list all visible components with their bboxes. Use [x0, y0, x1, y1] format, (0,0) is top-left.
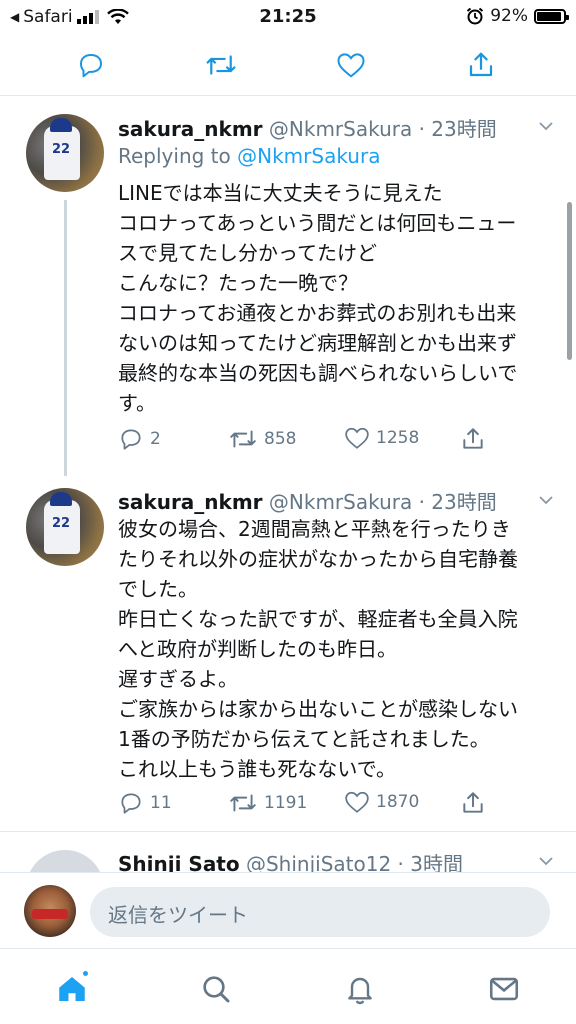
share-icon — [463, 428, 483, 449]
text-line: へと政府が判断したのも昨日。 — [118, 637, 397, 661]
text-line: たりそれ以外の症状がなかったから自宅静養 — [118, 547, 518, 571]
display-name[interactable]: Shinji Sato — [118, 852, 240, 872]
text-line: 昨日亡くなった訳ですが、軽症者も全員入院 — [118, 607, 518, 631]
retweet-button[interactable]: 1191 — [228, 790, 307, 816]
tweet-1[interactable]: 22 sakura_nkmr @NkmrSakura · 23時間 Replyi… — [0, 96, 576, 476]
reply-button[interactable] — [74, 48, 108, 82]
thread-line — [64, 200, 67, 476]
envelope-icon — [489, 977, 519, 1001]
share-icon — [469, 52, 493, 77]
replying-to: Replying to @NkmrSakura — [118, 144, 381, 168]
my-avatar[interactable] — [24, 885, 76, 937]
tweet-actions: 11 1191 1870 — [118, 790, 558, 818]
chevron-down-icon[interactable] — [538, 118, 554, 134]
replying-to-link[interactable]: @NkmrSakura — [237, 144, 380, 168]
retweet-count: 1191 — [264, 793, 308, 813]
retweet-count: 858 — [264, 429, 297, 449]
text-line: 1番の予防だから伝えてと託されました。 — [118, 727, 490, 751]
like-button[interactable] — [334, 48, 368, 82]
share-icon — [463, 792, 483, 813]
text-line: 遅すぎるよ。 — [118, 667, 238, 691]
focused-tweet-actions — [0, 34, 576, 96]
chevron-down-icon[interactable] — [538, 492, 554, 508]
retweet-icon — [206, 55, 236, 75]
heart-icon — [345, 791, 369, 813]
text-line: 彼女の場合、2週間高熱と平熱を行ったりき — [118, 517, 511, 541]
tweet-text: LINEでは本当に大丈夫そうに見えた コロナってあっという間だとは何回もニュー … — [118, 178, 558, 418]
text-line: でした。 — [118, 577, 198, 601]
handle-time: @NkmrSakura · 23時間 — [268, 490, 497, 514]
reply-count: 2 — [150, 429, 161, 449]
text-line: こんなに？たった一晩で？ — [118, 271, 358, 295]
scrollbar[interactable] — [567, 202, 572, 360]
handle-time: @NkmrSakura · 23時間 — [268, 117, 497, 141]
retweet-icon — [230, 430, 256, 448]
text-line: LINEでは本当に大丈夫そうに見えた — [118, 181, 443, 205]
tweet-header: Shinji Sato @ShinjiSato12 · 3時間 — [118, 848, 463, 872]
share-button[interactable] — [464, 48, 498, 82]
tab-bar — [0, 948, 576, 1024]
reply-composer: 返信をツイート — [0, 872, 576, 948]
reply-icon — [121, 429, 141, 450]
share-button[interactable] — [460, 790, 486, 816]
avatar[interactable]: 22 — [26, 488, 104, 566]
retweet-icon — [230, 794, 256, 812]
tweet-header: sakura_nkmr @NkmrSakura · 23時間 — [118, 486, 497, 515]
display-name[interactable]: sakura_nkmr — [118, 490, 263, 514]
tweet-header: sakura_nkmr @NkmrSakura · 23時間 — [118, 113, 497, 142]
retweet-button[interactable] — [204, 48, 238, 82]
new-content-dot — [81, 969, 90, 978]
share-button[interactable] — [460, 426, 486, 452]
text-line: ないのは知ってたけど病理解剖とかも出来ず — [118, 331, 517, 355]
battery-percent: 92% — [490, 6, 528, 26]
tab-messages[interactable] — [484, 969, 524, 1009]
display-name[interactable]: sakura_nkmr — [118, 117, 263, 141]
tweet-actions: 2 858 1258 — [118, 426, 558, 454]
tweet-text: 彼女の場合、2週間高熱と平熱を行ったりき たりそれ以外の症状がなかったから自宅静… — [118, 514, 558, 784]
tab-notifications[interactable] — [340, 969, 380, 1009]
tab-home[interactable] — [52, 969, 92, 1009]
heart-icon — [345, 427, 369, 449]
tweet-2[interactable]: 22 sakura_nkmr @NkmrSakura · 23時間 彼女の場合、… — [0, 476, 576, 831]
chevron-down-icon[interactable] — [538, 853, 554, 869]
reply-input[interactable]: 返信をツイート — [90, 887, 550, 937]
alarm-icon — [467, 7, 484, 25]
tab-search[interactable] — [196, 969, 236, 1009]
like-button[interactable]: 1870 — [344, 790, 419, 814]
text-line: す。 — [118, 391, 156, 415]
like-button[interactable]: 1258 — [344, 426, 419, 450]
retweet-button[interactable]: 858 — [228, 426, 296, 452]
reply-icon — [80, 54, 102, 78]
battery-icon — [534, 8, 569, 24]
battery-level — [537, 11, 561, 21]
reply-count: 11 — [150, 793, 172, 813]
reply-icon — [121, 793, 141, 814]
text-line: ご家族からは家から出ないことが感染しない — [118, 697, 518, 721]
text-line: 最終的な本当の死因も調べられないらしいで — [118, 361, 518, 385]
bell-icon — [348, 977, 372, 1005]
reply-button[interactable]: 11 — [118, 790, 172, 816]
text-line: コロナってお通夜とかお葬式のお別れも出来 — [118, 301, 517, 325]
like-count: 1258 — [376, 428, 420, 448]
status-bar: ◀ Safari 21:25 92% — [0, 0, 576, 34]
tweet-3[interactable]: Shinji Sato @ShinjiSato12 · 3時間 — [0, 832, 576, 872]
handle-time: @ShinjiSato12 · 3時間 — [245, 852, 463, 872]
avatar[interactable]: 22 — [26, 114, 104, 192]
text-line: スで見てたし分かってたけど — [118, 241, 377, 265]
like-count: 1870 — [376, 792, 420, 812]
text-line: コロナってあっという間だとは何回もニュー — [118, 211, 517, 235]
heart-icon — [337, 53, 365, 78]
reply-button[interactable]: 2 — [118, 426, 161, 452]
text-line: これ以上もう誰も死なないで。 — [118, 757, 396, 781]
avatar[interactable] — [26, 850, 104, 872]
search-icon — [203, 976, 230, 1003]
